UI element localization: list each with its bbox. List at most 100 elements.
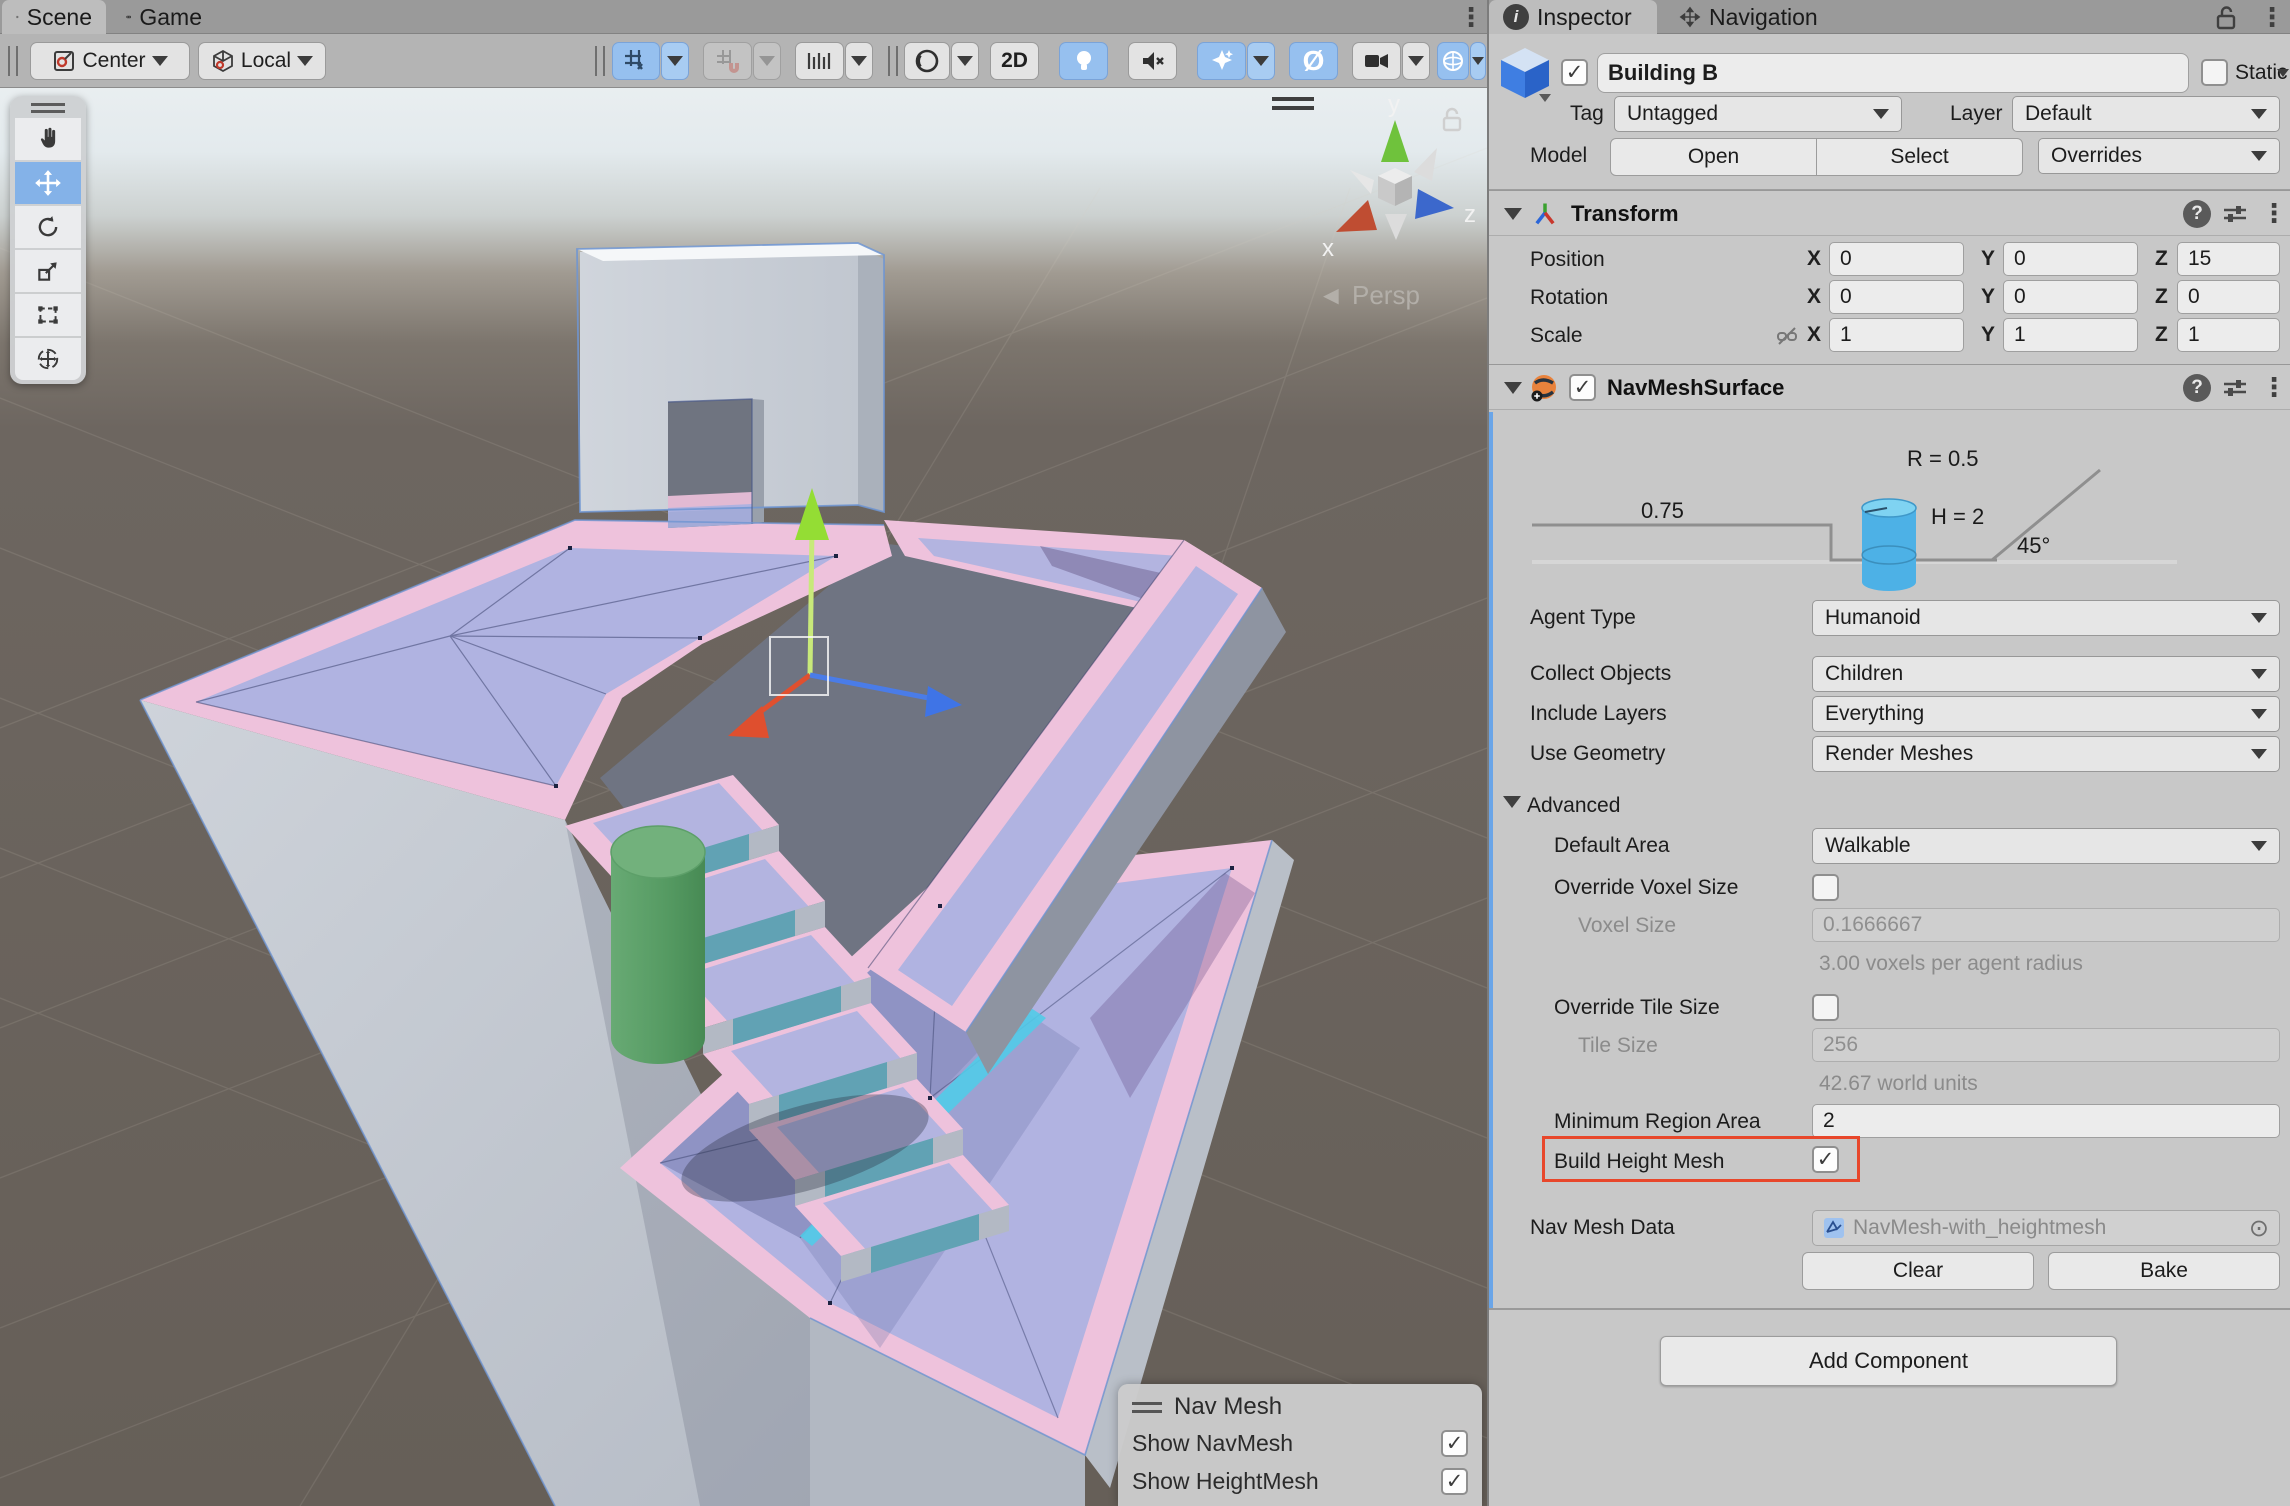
effects-options[interactable] <box>1247 42 1275 80</box>
include-layers-label: Include Layers <box>1530 696 1667 732</box>
overrides-dropdown[interactable]: Overrides <box>2038 138 2280 174</box>
component-enabled-checkbox[interactable]: ✓ <box>1569 374 1596 401</box>
persp-arrow-icon[interactable]: ◄ <box>1318 280 1344 310</box>
transform-component-icon <box>1531 200 1559 228</box>
position-y-field[interactable]: 0 <box>2003 242 2138 276</box>
move-tool-button[interactable] <box>15 162 81 204</box>
transform-menu-kebab[interactable]: ⋮ <box>2261 200 2287 226</box>
build-height-checkbox[interactable]: ✓ <box>1812 1146 1839 1173</box>
collect-objects-dropdown[interactable]: Children <box>1812 656 2280 692</box>
grid-snap-options[interactable] <box>661 42 689 80</box>
scale-y-field[interactable]: 1 <box>2003 318 2138 352</box>
rotation-y-field[interactable]: 0 <box>2003 280 2138 314</box>
advanced-foldout-icon[interactable] <box>1503 796 1521 808</box>
link-broken-icon[interactable] <box>1775 324 1799 348</box>
add-component-button[interactable]: Add Component <box>1660 1336 2117 1386</box>
draw-mode-button[interactable] <box>904 42 950 80</box>
tab-navigation[interactable]: Navigation <box>1665 0 1865 34</box>
object-picker-icon[interactable]: ⊙ <box>2249 1214 2269 1243</box>
navmesh-data-field[interactable]: NavMesh-with_heightmesh ⊙ <box>1812 1210 2280 1246</box>
show-navmesh-checkbox[interactable]: ✓ <box>1441 1430 1468 1457</box>
view-tool-button[interactable] <box>15 118 81 160</box>
position-x-field[interactable]: 0 <box>1829 242 1964 276</box>
snap-increment-options[interactable] <box>753 42 781 80</box>
min-region-field[interactable]: 2 <box>1812 1104 2280 1138</box>
model-select-button[interactable]: Select <box>1816 138 2023 176</box>
layer-dropdown[interactable]: Default <box>2012 96 2280 132</box>
lock-icon[interactable] <box>2215 5 2237 36</box>
measure-button[interactable] <box>795 42 844 80</box>
toolbar-drag-handle[interactable] <box>8 46 18 76</box>
camera-options[interactable] <box>1402 42 1430 80</box>
pivot-mode-button[interactable]: Center <box>30 42 190 80</box>
2d-toggle-button[interactable]: 2D <box>990 42 1039 80</box>
gizmos-toggle-button[interactable] <box>1437 42 1469 80</box>
transform-tool-button[interactable] <box>15 338 81 380</box>
gizmo-y-label[interactable]: y <box>1388 91 1400 118</box>
toolbar-drag-handle[interactable] <box>595 46 605 76</box>
model-open-button[interactable]: Open <box>1610 138 1817 176</box>
navmesh-menu-kebab[interactable]: ⋮ <box>2261 374 2287 400</box>
active-checkbox[interactable]: ✓ <box>1561 59 1588 86</box>
transform-header[interactable]: Transform ? ⋮ <box>1489 190 2290 236</box>
scene-viewport[interactable]: y x z ◄ Persp <box>0 88 1487 1506</box>
tab-game[interactable]: Game <box>112 0 216 34</box>
foldout-icon[interactable] <box>1504 208 1522 220</box>
wall-with-doorway[interactable] <box>577 243 884 528</box>
presets-icon[interactable] <box>2222 376 2248 400</box>
scale-z-field[interactable]: 1 <box>2177 318 2280 352</box>
gizmos-options[interactable] <box>1470 42 1486 80</box>
navmesh-overlay-header[interactable]: Nav Mesh <box>1132 1390 1468 1424</box>
override-voxel-checkbox[interactable] <box>1812 874 1839 901</box>
default-area-dropdown[interactable]: Walkable <box>1812 828 2280 864</box>
scene-visibility-button[interactable]: Ø <box>1289 42 1338 80</box>
rect-tool-icon <box>35 302 61 328</box>
draw-mode-options[interactable] <box>951 42 979 80</box>
palette-drag-handle[interactable] <box>15 100 81 116</box>
scene-menu-kebab[interactable]: ⋮ <box>1458 4 1484 30</box>
snap-increment-button[interactable] <box>703 42 752 80</box>
toolbar-drag-handle[interactable] <box>888 46 898 76</box>
gizmo-y-axis[interactable] <box>810 528 812 675</box>
presets-icon[interactable] <box>2222 202 2248 226</box>
lighting-toggle-button[interactable] <box>1059 42 1108 80</box>
use-geometry-dropdown[interactable]: Render Meshes <box>1812 736 2280 772</box>
rotate-tool-button[interactable] <box>15 206 81 248</box>
static-options-icon[interactable] <box>2277 69 2289 77</box>
override-tile-checkbox[interactable] <box>1812 994 1839 1021</box>
orientation-button[interactable]: Local <box>198 42 326 80</box>
tab-inspector[interactable]: i Inspector <box>1489 0 1657 34</box>
static-checkbox[interactable] <box>2201 59 2228 86</box>
scale-tool-button[interactable] <box>15 250 81 292</box>
show-heightmesh-checkbox[interactable]: ✓ <box>1441 1468 1468 1495</box>
camera-button[interactable] <box>1352 42 1401 80</box>
rotation-z-field[interactable]: 0 <box>2177 280 2280 314</box>
include-layers-dropdown[interactable]: Everything <box>1812 696 2280 732</box>
gameobject-name-field[interactable]: Building B <box>1597 53 2189 93</box>
scale-x-field[interactable]: 1 <box>1829 318 1964 352</box>
rotation-x-field[interactable]: 0 <box>1829 280 1964 314</box>
help-icon[interactable]: ? <box>2183 374 2211 402</box>
measure-options[interactable] <box>845 42 873 80</box>
help-icon[interactable]: ? <box>2183 200 2211 228</box>
agent-type-dropdown[interactable]: Humanoid <box>1812 600 2280 636</box>
tab-scene[interactable]: Scene <box>2 0 106 34</box>
bake-button[interactable]: Bake <box>2048 1252 2280 1290</box>
position-z-field[interactable]: 15 <box>2177 242 2280 276</box>
clear-button[interactable]: Clear <box>1802 1252 2034 1290</box>
foldout-icon[interactable] <box>1504 382 1522 394</box>
navmeshsurface-icon <box>1529 373 1559 403</box>
projection-label[interactable]: Persp <box>1352 280 1420 310</box>
effects-toggle-button[interactable] <box>1197 42 1246 80</box>
advanced-label[interactable]: Advanced <box>1527 788 1620 824</box>
gizmo-z-label[interactable]: z <box>1464 201 1476 228</box>
green-cylinder[interactable] <box>611 826 705 1064</box>
rect-tool-button[interactable] <box>15 294 81 336</box>
audio-mute-button[interactable] <box>1128 42 1177 80</box>
gizmo-x-label[interactable]: x <box>1322 235 1334 262</box>
tag-dropdown[interactable]: Untagged <box>1614 96 1902 132</box>
grid-snap-button[interactable] <box>612 42 660 80</box>
overlay-drag-handle[interactable] <box>1132 1402 1162 1413</box>
inspector-menu-kebab[interactable]: ⋮ <box>2259 4 2285 30</box>
navmeshsurface-header[interactable]: ✓ NavMeshSurface ? ⋮ <box>1489 364 2290 410</box>
